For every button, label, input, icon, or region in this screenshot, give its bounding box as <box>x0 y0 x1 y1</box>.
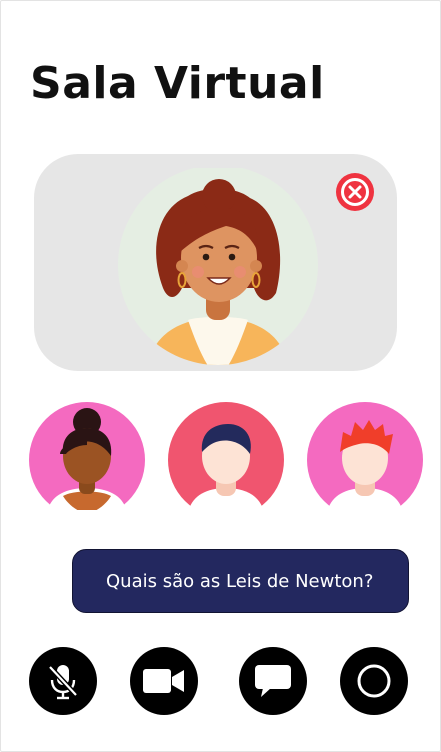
chat-bubble-icon <box>255 665 291 697</box>
participant-tile-2[interactable] <box>168 402 284 510</box>
participant-tile-1[interactable] <box>29 402 145 510</box>
record-circle-icon <box>357 664 391 698</box>
chat-button[interactable] <box>239 647 307 715</box>
video-camera-button[interactable] <box>130 647 198 715</box>
participant-tile-3[interactable] <box>307 402 423 510</box>
microphone-muted-icon <box>48 665 78 700</box>
woman-curly-hair-avatar-icon <box>118 168 318 365</box>
close-circle-icon[interactable] <box>335 172 375 212</box>
man-dark-hair-avatar-icon <box>168 402 284 510</box>
man-red-hair-avatar-icon <box>307 402 423 510</box>
page-title: Sala Virtual <box>30 58 325 109</box>
chat-message-text: Quais são as Leis de Newton? <box>106 570 374 592</box>
record-button[interactable] <box>340 647 408 715</box>
chat-message-bubble: Quais são as Leis de Newton? <box>72 549 409 613</box>
mute-microphone-button[interactable] <box>29 647 97 715</box>
woman-hair-bun-avatar-icon <box>29 402 145 510</box>
phone-frame <box>0 0 441 752</box>
video-camera-icon <box>143 669 184 693</box>
